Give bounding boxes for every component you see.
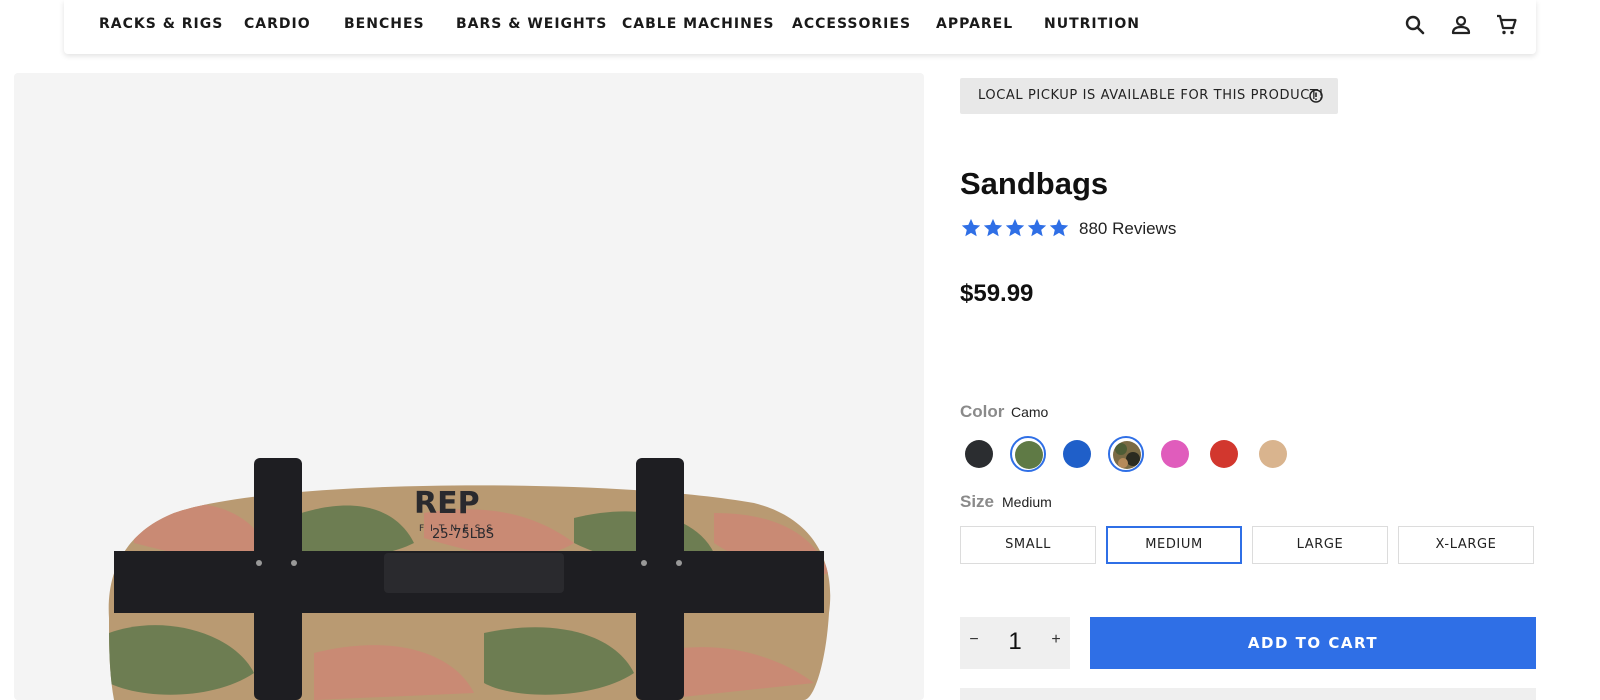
color-label: Color [960, 402, 1005, 421]
color-swatch-camo[interactable] [1108, 436, 1144, 472]
color-swatch-pink[interactable] [1157, 436, 1193, 472]
size-option-small[interactable]: SMALL [960, 526, 1096, 564]
star-icon [1048, 217, 1070, 239]
quantity-stepper: − 1 + [960, 617, 1070, 669]
quantity-value[interactable]: 1 [990, 628, 1040, 656]
size-value: Medium [1002, 494, 1052, 510]
nav-item-apparel[interactable]: APPAREL [936, 16, 1013, 32]
add-to-cart-button[interactable]: ADD TO CART [1090, 617, 1536, 669]
product-image[interactable]: REP FITNESS 25-75LBS [14, 73, 924, 700]
search-icon[interactable] [1403, 13, 1427, 37]
secondary-panel [960, 688, 1536, 700]
nav-item-cable-machines[interactable]: CABLE MACHINES [622, 16, 774, 32]
product-title: Sandbags [960, 166, 1109, 201]
color-swatch-blue[interactable] [1059, 436, 1095, 472]
nav-item-cardio[interactable]: CARDIO [244, 16, 311, 32]
color-swatch-tan[interactable] [1255, 436, 1291, 472]
color-swatch-green[interactable] [1010, 436, 1046, 472]
nav-item-accessories[interactable]: ACCESSORIES [792, 16, 911, 32]
nav-item-nutrition[interactable]: NUTRITION [1044, 16, 1140, 32]
color-value: Camo [1011, 404, 1049, 420]
info-icon[interactable] [1308, 88, 1324, 104]
size-label: Size [960, 492, 995, 511]
cart-icon[interactable] [1495, 13, 1519, 37]
bag-brand-text: REP [414, 486, 480, 521]
nav-item-benches[interactable]: BENCHES [344, 16, 425, 32]
quantity-decrease-button[interactable]: − [964, 631, 984, 649]
size-option-medium[interactable]: MEDIUM [1106, 526, 1242, 564]
account-icon[interactable] [1449, 13, 1473, 37]
color-swatch-red[interactable] [1206, 436, 1242, 472]
pickup-notice: LOCAL PICKUP IS AVAILABLE FOR THIS PRODU… [960, 78, 1338, 114]
size-option-x-large[interactable]: X-LARGE [1398, 526, 1534, 564]
quantity-increase-button[interactable]: + [1046, 631, 1066, 649]
star-icon [1026, 217, 1048, 239]
nav-item-bars-weights[interactable]: BARS & WEIGHTS [456, 16, 607, 32]
reviews-link[interactable]: 880 Reviews [1079, 219, 1176, 239]
product-price: $59.99 [960, 280, 1034, 307]
star-icon [982, 217, 1004, 239]
sandbag-illustration: REP FITNESS 25-75LBS [108, 458, 831, 700]
color-swatch-black[interactable] [961, 436, 997, 472]
star-icon [1004, 217, 1026, 239]
top-nav: RACKS & RIGS CARDIO BENCHES BARS & WEIGH… [64, 0, 1536, 54]
size-option-large[interactable]: LARGE [1252, 526, 1388, 564]
pickup-notice-text: LOCAL PICKUP IS AVAILABLE FOR THIS PRODU… [978, 88, 1325, 103]
star-icon [960, 217, 982, 239]
bag-weight-text: 25-75LBS [432, 527, 494, 542]
star-rating[interactable] [960, 217, 1070, 239]
nav-item-racks-rigs[interactable]: RACKS & RIGS [99, 16, 223, 32]
